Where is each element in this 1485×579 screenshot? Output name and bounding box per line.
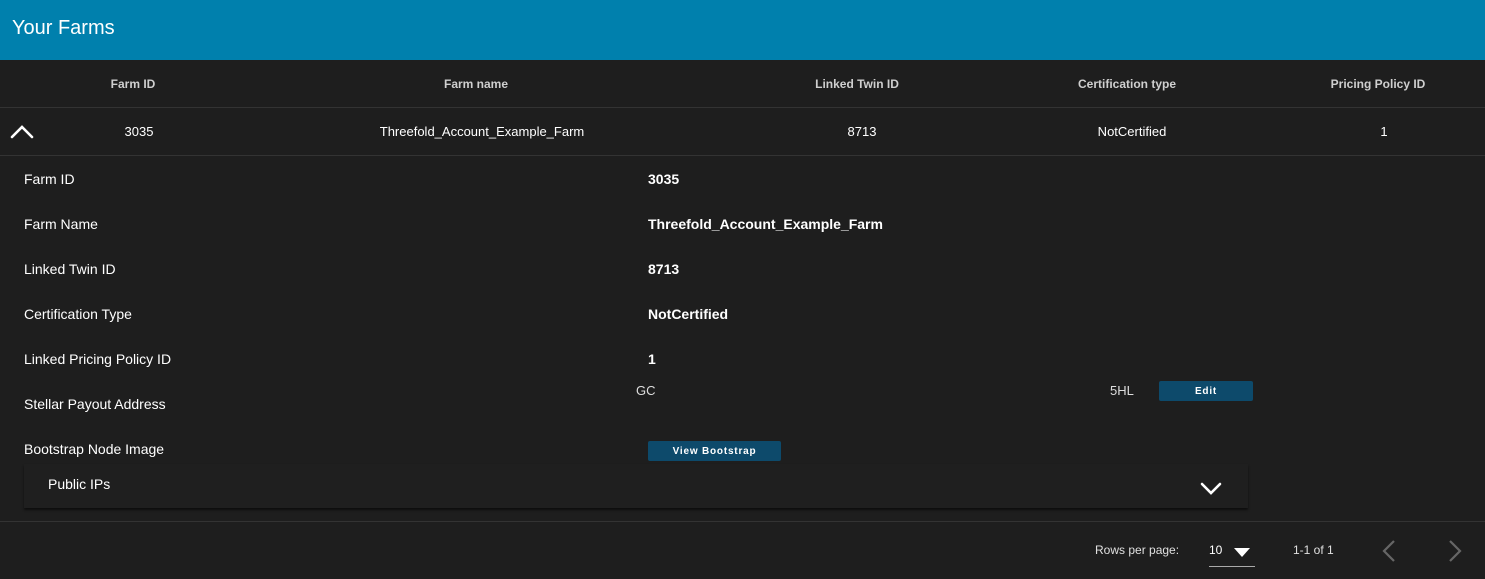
detail-certification-value: NotCertified	[648, 306, 729, 322]
column-header-certification-type[interactable]: Certification type	[1078, 77, 1176, 91]
public-ips-accordion[interactable]: Public IPs	[24, 464, 1248, 508]
cell-farm-id: 3035	[124, 124, 154, 139]
chevron-up-icon[interactable]	[10, 120, 34, 144]
chevron-left-icon	[1382, 540, 1395, 562]
cell-farm-name: Threefold_Account_Example_Farm	[379, 124, 585, 139]
app-header: Your Farms	[0, 0, 1485, 60]
detail-farm-name-value: Threefold_Account_Example_Farm	[648, 216, 883, 232]
next-page-button[interactable]	[1442, 538, 1468, 564]
view-bootstrap-button[interactable]: View Bootstrap	[648, 441, 781, 461]
detail-farm-id-label: Farm ID	[24, 171, 75, 187]
cell-linked-twin-id: 8713	[847, 124, 877, 139]
column-header-linked-twin-id[interactable]: Linked Twin ID	[815, 77, 899, 91]
column-header-farm-id[interactable]: Farm ID	[111, 77, 156, 91]
rows-per-page-label: Rows per page:	[1095, 543, 1180, 557]
cell-pricing-policy-id: 1	[1380, 124, 1388, 139]
rows-per-page-select[interactable]: 10	[1209, 541, 1255, 567]
detail-pricing-policy-label: Linked Pricing Policy ID	[24, 351, 172, 367]
detail-farm-id-value: 3035	[648, 171, 680, 187]
column-header-farm-name[interactable]: Farm name	[444, 77, 508, 91]
page-title: Your Farms	[12, 17, 115, 39]
detail-pricing-policy-value: 1	[648, 351, 656, 367]
detail-stellar-address-label: Stellar Payout Address	[24, 396, 166, 412]
caret-down-icon	[1233, 545, 1251, 559]
table-row[interactable]: 3035 Threefold_Account_Example_Farm 8713…	[0, 108, 1485, 156]
footer-divider	[0, 521, 1485, 522]
public-ips-label: Public IPs	[48, 476, 111, 492]
stellar-address-suffix: 5HL	[1110, 383, 1134, 398]
rows-per-page-value: 10	[1209, 543, 1223, 557]
stellar-address-prefix: GC	[636, 383, 656, 398]
edit-stellar-address-button[interactable]: Edit	[1159, 381, 1253, 401]
detail-farm-name-label: Farm Name	[24, 216, 98, 232]
chevron-down-icon[interactable]	[1200, 478, 1222, 500]
detail-twin-id-value: 8713	[648, 261, 680, 277]
detail-bootstrap-label: Bootstrap Node Image	[24, 441, 165, 457]
detail-certification-label: Certification Type	[24, 306, 132, 322]
pagination-range: 1-1 of 1	[1293, 543, 1334, 557]
cell-certification-type: NotCertified	[1097, 124, 1167, 139]
table-header: Farm ID Farm name Linked Twin ID Certifi…	[0, 60, 1485, 108]
detail-twin-id-label: Linked Twin ID	[24, 261, 116, 277]
chevron-right-icon	[1449, 540, 1462, 562]
column-header-pricing-policy-id[interactable]: Pricing Policy ID	[1331, 77, 1426, 91]
previous-page-button[interactable]	[1376, 538, 1402, 564]
